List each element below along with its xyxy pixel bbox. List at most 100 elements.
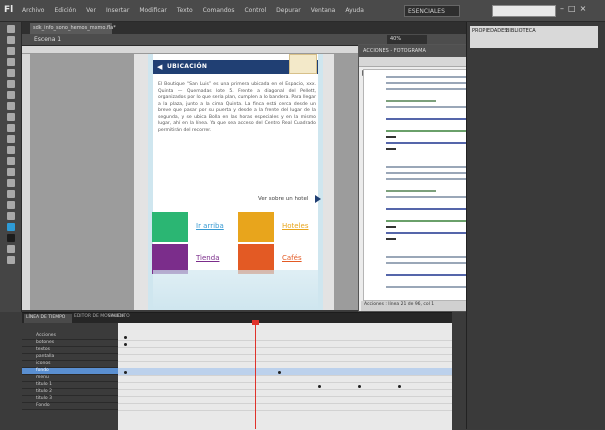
minimize-button[interactable]: – — [560, 4, 564, 13]
tile-label-1[interactable]: Ir arriba — [196, 222, 224, 230]
menu-depurar[interactable]: Depurar — [276, 7, 301, 14]
scene-label[interactable]: Escena 1 — [34, 36, 61, 43]
hand-tool-icon[interactable] — [7, 201, 15, 209]
code-line — [386, 232, 476, 234]
library-tab[interactable]: BIBLIOTECA — [506, 28, 536, 34]
menu-ver[interactable]: Ver — [86, 7, 96, 14]
layer-row[interactable]: menu — [22, 375, 118, 382]
pencil-tool-icon[interactable] — [7, 124, 15, 132]
layer-row[interactable]: botones — [22, 340, 118, 347]
map-thumbnail-image — [289, 54, 317, 74]
screen-header: ◀ UBICACIÓN — [153, 54, 318, 74]
layer-row[interactable]: Acciones — [22, 333, 118, 340]
keyframe[interactable] — [358, 385, 361, 388]
keyframe[interactable] — [124, 343, 127, 346]
screen-title: UBICACIÓN — [167, 63, 208, 70]
snap-icon[interactable] — [7, 256, 15, 264]
tools-panel — [0, 22, 22, 312]
code-line — [386, 238, 396, 240]
code-line — [386, 100, 436, 102]
frame-grid[interactable] — [118, 323, 452, 430]
layer-list: Acciones botones textos pantalla iconos … — [22, 323, 118, 430]
pen-tool-icon[interactable] — [7, 80, 15, 88]
help-search-input[interactable] — [492, 5, 556, 17]
swap-colors-icon[interactable] — [7, 245, 15, 253]
paint-bucket-tool-icon[interactable] — [7, 168, 15, 176]
playhead[interactable] — [255, 322, 256, 429]
eraser-tool-icon[interactable] — [7, 190, 15, 198]
menu-texto[interactable]: Texto — [177, 7, 193, 14]
line-tool-icon[interactable] — [7, 102, 15, 110]
stroke-color-swatch[interactable] — [7, 223, 15, 231]
menu-modificar[interactable]: Modificar — [139, 7, 167, 14]
rectangle-tool-icon[interactable] — [7, 113, 15, 121]
menu-bar: Fl Archivo Edición Ver Insertar Modifica… — [0, 0, 605, 22]
document-tab-bar: sdk_info_sono_hemos_mxmo.fla* — [22, 22, 466, 34]
keyframe[interactable] — [124, 371, 127, 374]
menu-control[interactable]: Control — [244, 7, 266, 14]
location-description: El Boutique “San Luis” es una primera ub… — [158, 82, 316, 133]
timeline-panel: LÍNEA DE TIEMPO EDITOR DE MOVIMIENTO SAL… — [22, 312, 452, 430]
menu-edicion[interactable]: Edición — [54, 7, 76, 14]
keyframe[interactable] — [278, 371, 281, 374]
tab-output[interactable]: SALIDA — [108, 314, 124, 319]
menu-ayuda[interactable]: Ayuda — [345, 7, 364, 14]
right-dock — [466, 22, 605, 429]
layer-row[interactable]: titulo 1 — [22, 382, 118, 389]
keyframe[interactable] — [318, 385, 321, 388]
properties-panel: PROPIEDADES BIBLIOTECA — [470, 26, 598, 48]
code-line — [386, 226, 396, 228]
tile-label-4[interactable]: Cafés — [282, 254, 302, 262]
tile-icon-green[interactable] — [152, 212, 188, 242]
text-tool-icon[interactable] — [7, 91, 15, 99]
selection-tool-icon[interactable] — [7, 25, 15, 33]
code-line — [386, 148, 396, 150]
screen-bottom-fade — [153, 270, 318, 310]
keyframe[interactable] — [398, 385, 401, 388]
menu-ventana[interactable]: Ventana — [311, 7, 336, 14]
layer-row[interactable]: iconos — [22, 361, 118, 368]
keyframe[interactable] — [124, 336, 127, 339]
menu-archivo[interactable]: Archivo — [22, 7, 44, 14]
3d-rotation-tool-icon[interactable] — [7, 58, 15, 66]
tile-label-3[interactable]: Tienda — [196, 254, 219, 262]
free-transform-tool-icon[interactable] — [7, 47, 15, 55]
subselection-tool-icon[interactable] — [7, 36, 15, 44]
lasso-tool-icon[interactable] — [7, 69, 15, 77]
fill-color-swatch[interactable] — [7, 234, 15, 242]
layer-row[interactable]: Fondo — [22, 403, 118, 410]
code-line — [386, 142, 476, 144]
maximize-button[interactable]: □ — [568, 4, 576, 13]
playhead-handle[interactable] — [252, 320, 259, 325]
workspace-switcher[interactable]: ESENCIALES — [404, 5, 460, 17]
code-line — [386, 190, 436, 192]
vertical-ruler — [22, 54, 30, 310]
layer-row[interactable]: textos — [22, 347, 118, 354]
document-tab[interactable]: sdk_info_sono_hemos_mxmo.fla* — [30, 23, 116, 34]
layer-row[interactable]: titulo 3 — [22, 396, 118, 403]
zoom-tool-icon[interactable] — [7, 212, 15, 220]
layer-row[interactable]: pantalla — [22, 354, 118, 361]
tile-label-2[interactable]: Hoteles — [282, 222, 309, 230]
frame-row[interactable] — [118, 403, 452, 411]
horizontal-ruler — [22, 46, 362, 54]
menu-comandos[interactable]: Comandos — [203, 7, 235, 14]
layer-row-selected[interactable]: fondo — [22, 368, 118, 375]
close-button[interactable]: × — [580, 4, 587, 13]
back-arrow-icon[interactable]: ◀ — [157, 63, 162, 71]
code-line — [386, 136, 396, 138]
window-controls: – □ × — [560, 4, 586, 13]
tile-icon-orange[interactable] — [238, 212, 274, 242]
play-arrow-icon[interactable] — [315, 195, 321, 203]
bone-tool-icon[interactable] — [7, 157, 15, 165]
more-link[interactable]: Ver sobre un hotel — [258, 196, 308, 202]
app-logo: Fl — [4, 5, 14, 15]
tab-timeline[interactable]: LÍNEA DE TIEMPO — [24, 314, 72, 323]
menu-list: Archivo Edición Ver Insertar Modificar T… — [22, 7, 364, 14]
brush-tool-icon[interactable] — [7, 135, 15, 143]
layer-row[interactable]: titulo 2 — [22, 389, 118, 396]
menu-insertar[interactable]: Insertar — [106, 7, 129, 14]
deco-tool-icon[interactable] — [7, 146, 15, 154]
eyedropper-tool-icon[interactable] — [7, 179, 15, 187]
properties-tab[interactable]: PROPIEDADES — [472, 28, 507, 34]
